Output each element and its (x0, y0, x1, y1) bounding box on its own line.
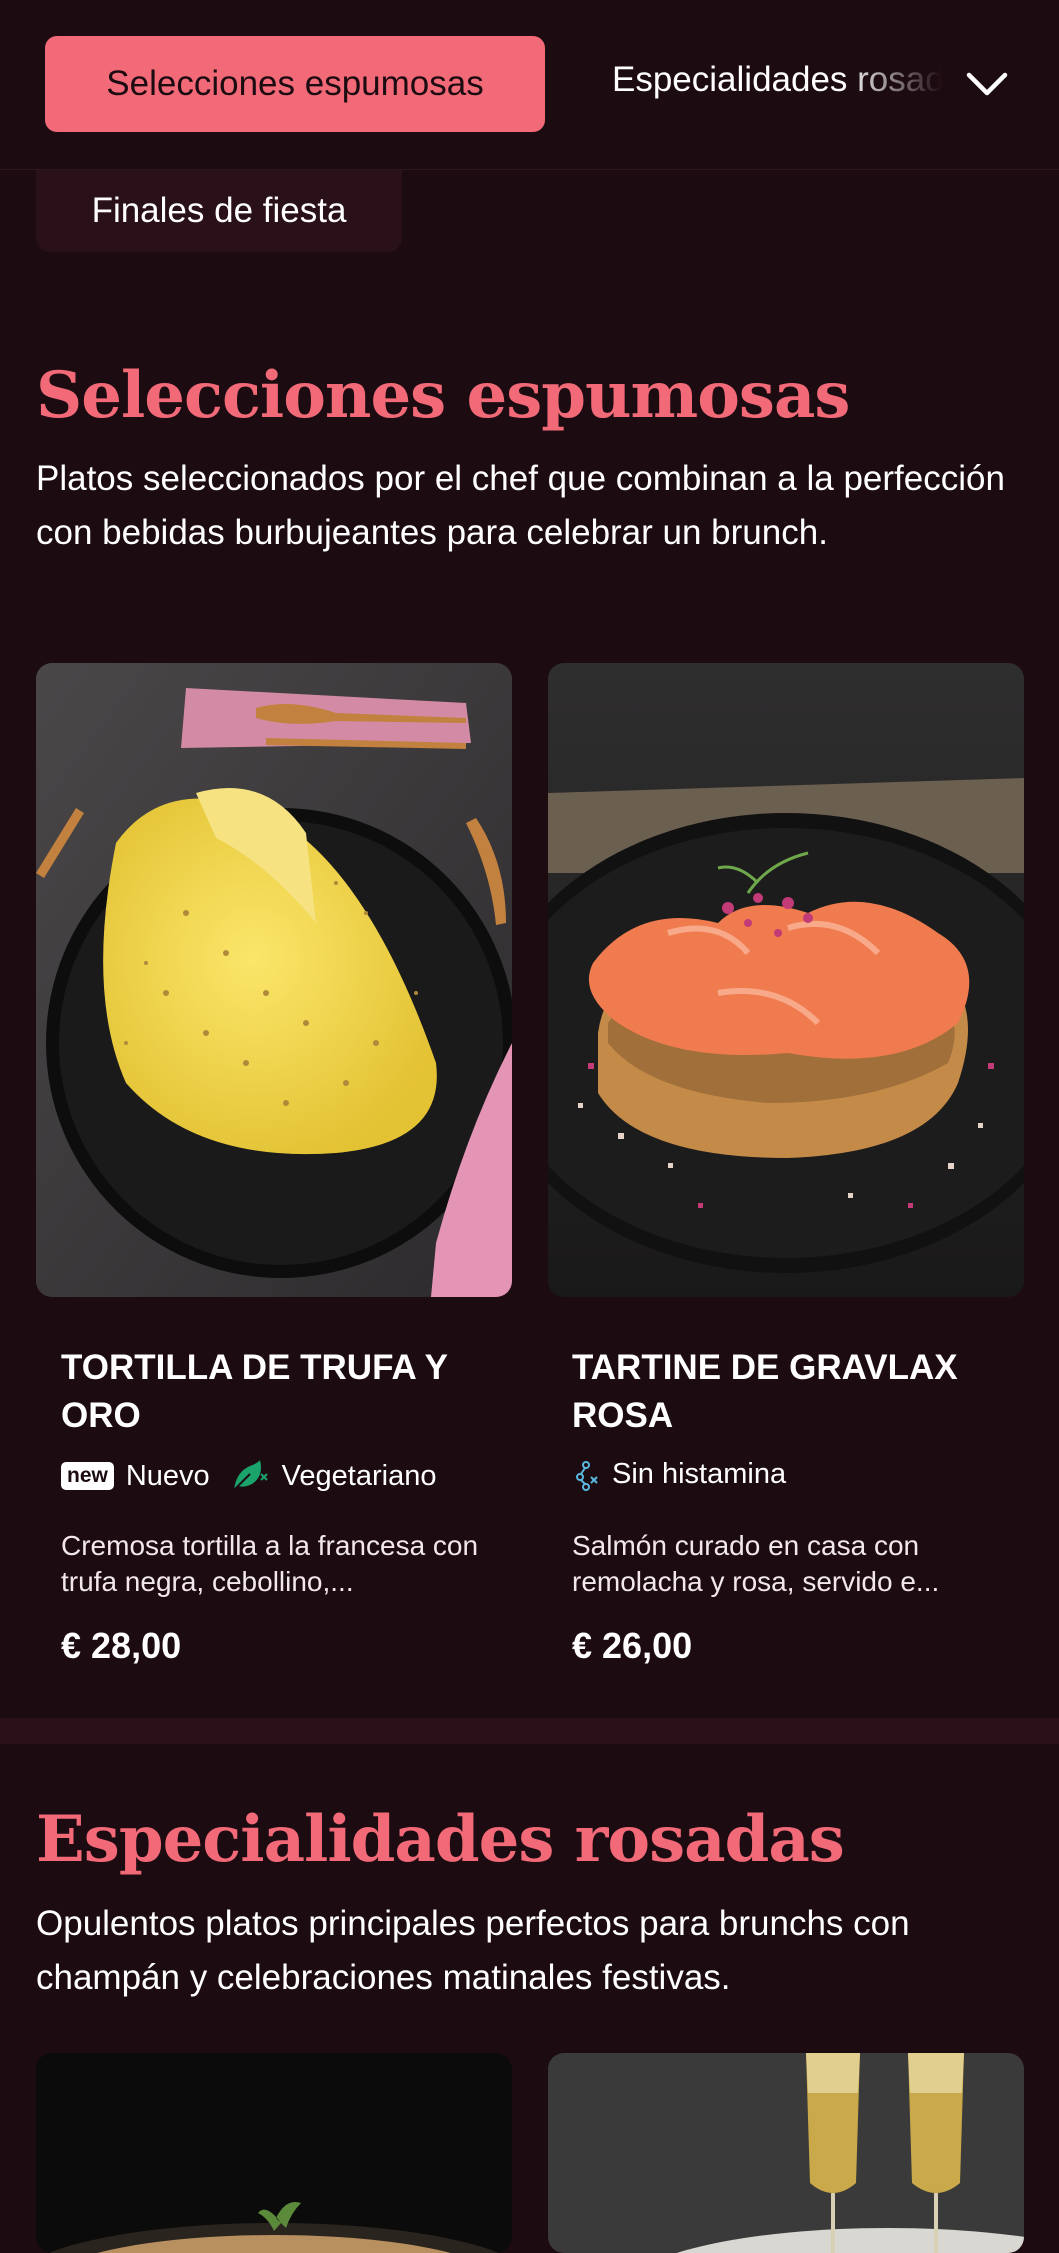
item-price: € 28,00 (61, 1625, 182, 1666)
new-badge: new (61, 1462, 114, 1490)
tab-selecciones-espumosas[interactable]: Selecciones espumosas (45, 36, 545, 132)
leaf-icon (232, 1460, 268, 1491)
item-tags: new Nuevo Vegetariano (61, 1458, 436, 1494)
tab-especialidades-rosadas[interactable]: Especialidades rosadas (612, 60, 942, 110)
section-description: Opulentos platos principales perfectos p… (36, 1904, 910, 1997)
tag-nuevo: Nuevo (125, 1459, 210, 1492)
chevron-down-icon[interactable] (962, 60, 1012, 110)
tab-finales-de-fiesta[interactable]: Finales de fiesta (36, 170, 402, 252)
item-name[interactable]: TARTINE DE GRAVLAX ROSA (572, 1344, 992, 1440)
dish-image[interactable] (36, 2053, 512, 2253)
tag-vegetariano: Vegetariano (281, 1459, 437, 1492)
section-title: Especialidades rosadas (36, 1802, 845, 1877)
champagne-image[interactable] (548, 2053, 1024, 2253)
item-description: Cremosa tortilla a la francesa con trufa… (61, 1530, 479, 1597)
salmon-tartine-image[interactable] (548, 663, 1024, 1297)
item-tags: Sin histamina (572, 1458, 786, 1491)
molecule-icon (576, 1460, 598, 1491)
section-title: Selecciones espumosas (36, 358, 850, 433)
section-description: Platos seleccionados por el chef que com… (36, 459, 1005, 552)
section-divider (0, 1718, 1059, 1744)
item-name[interactable]: TORTILLA DE TRUFA Y ORO (61, 1344, 481, 1440)
item-price: € 26,00 (572, 1625, 693, 1666)
tag-sin-histamina: Sin histamina (612, 1458, 787, 1490)
category-nav: Selecciones espumosas Especialidades ros… (0, 0, 1059, 170)
omelette-image[interactable] (36, 663, 512, 1297)
item-description: Salmón curado en casa con remolacha y ro… (572, 1530, 940, 1597)
